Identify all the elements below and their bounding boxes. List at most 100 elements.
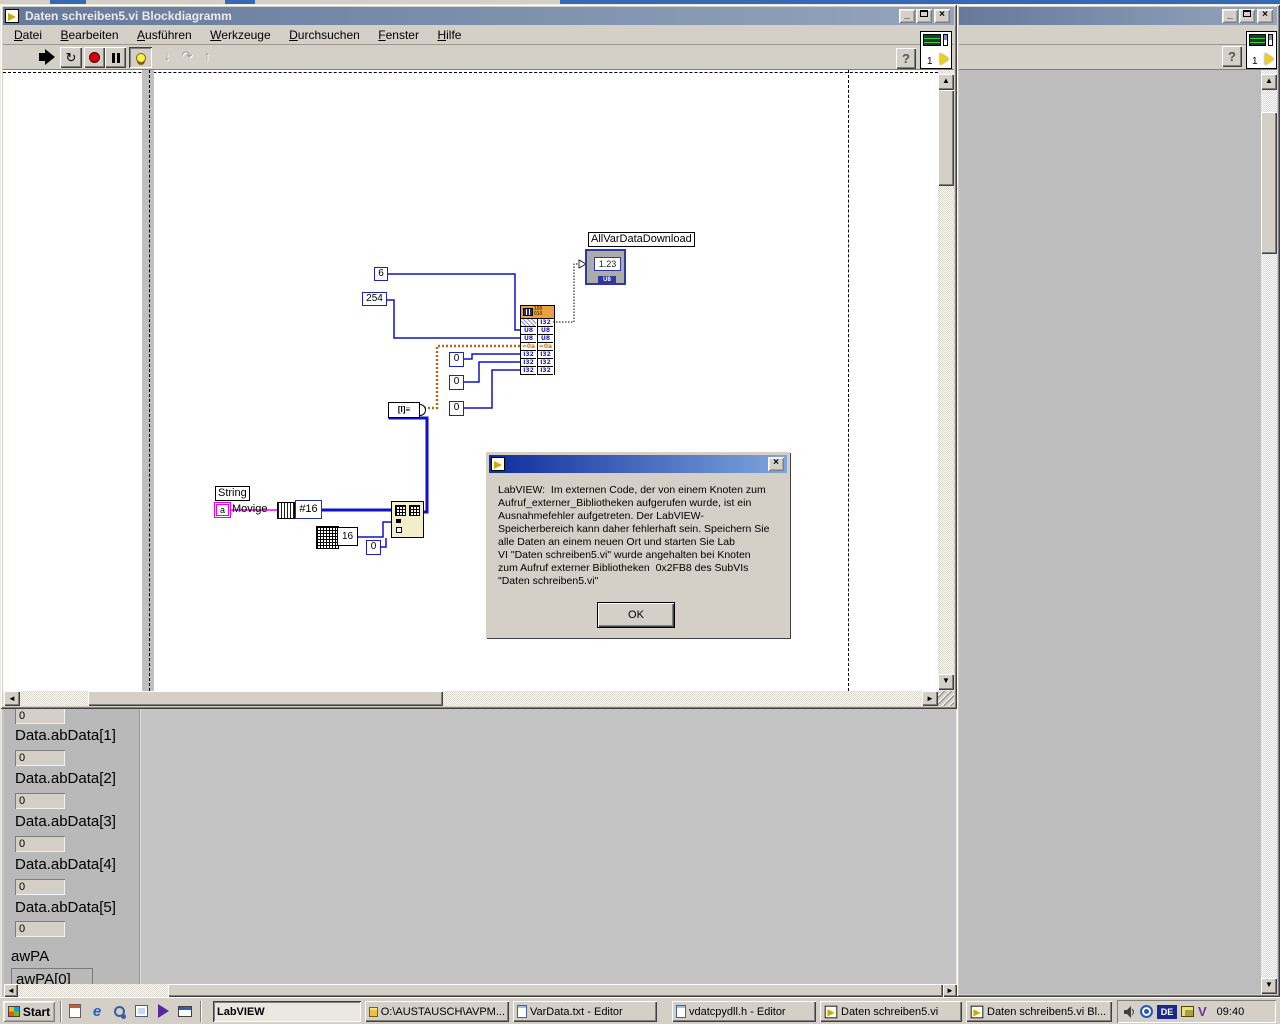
abort-button[interactable]	[84, 47, 105, 68]
node-terminal[interactable]: I32	[537, 319, 553, 327]
right-window-vscrollbar[interactable]: ▲ ▼	[1261, 70, 1277, 994]
indicator-label[interactable]: AllVarDataDownload	[588, 232, 695, 247]
menu-durchsuchen[interactable]: Durchsuchen	[282, 25, 367, 45]
task-button-vardata-editor[interactable]: VarData.txt - Editor	[513, 1001, 657, 1022]
scroll-down-arrow[interactable]: ▼	[938, 674, 954, 690]
scroll-thumb[interactable]	[1261, 112, 1277, 254]
quick-launch-outlook-icon[interactable]	[132, 1002, 150, 1020]
task-button-labview[interactable]: LabVIEW	[213, 1001, 361, 1022]
step-into-button[interactable]: ↓	[158, 48, 176, 67]
numeric-field[interactable]: 0	[15, 879, 65, 895]
run-continuous-button[interactable]: ↻	[60, 47, 82, 68]
resize-grip[interactable]	[938, 691, 954, 706]
diagram-canvas[interactable]: 6 254 0 0 0 0 100 010 I32 U8 U8 U8 U8 =0…	[3, 70, 938, 691]
numeric-field[interactable]: 0	[15, 836, 65, 852]
task-button-daten-schreiben-blockdiagramm[interactable]: Daten schreiben5.vi Bl...	[966, 1001, 1112, 1022]
node-terminal[interactable]	[520, 319, 536, 327]
menu-werkzeuge[interactable]: Werkzeuge	[203, 25, 277, 45]
numeric-constant[interactable]: 0	[366, 540, 381, 555]
initialize-array-node[interactable]	[316, 526, 339, 549]
node-terminal[interactable]: I32	[520, 351, 536, 359]
node-terminal[interactable]: I32	[520, 359, 536, 367]
quick-launch-mail-icon[interactable]	[66, 1002, 84, 1020]
numeric-constant[interactable]: 0	[449, 352, 464, 367]
call-library-function-node[interactable]: 100 010 I32 U8 U8 U8 U8 =0a =0a I32 I32 …	[520, 305, 555, 375]
pause-button[interactable]	[105, 47, 126, 68]
vi-icon-button[interactable]: 1	[920, 31, 952, 69]
step-out-button[interactable]: ↑	[198, 48, 216, 67]
scroll-up-arrow[interactable]: ▲	[938, 74, 954, 90]
run-button[interactable]	[37, 48, 59, 67]
minimize-button[interactable]: _	[899, 9, 915, 23]
task-button-daten-schreiben-vi[interactable]: Daten schreiben5.vi	[820, 1001, 962, 1022]
node-terminal[interactable]: U8	[520, 335, 536, 343]
array-to-cluster-node[interactable]: [I]≡	[388, 402, 420, 418]
node-terminal[interactable]: I32	[520, 367, 536, 375]
string-to-byte-array-node[interactable]	[277, 502, 295, 519]
array-indicator-terminal[interactable]: 1.23 U8	[585, 249, 626, 285]
scroll-thumb[interactable]	[88, 691, 443, 706]
maximize-button[interactable]	[916, 9, 932, 23]
numeric-field[interactable]: 0	[15, 708, 65, 724]
string-label[interactable]: String	[215, 486, 250, 501]
numeric-constant[interactable]: 0	[449, 401, 464, 416]
antivirus-icon[interactable]: V	[1198, 1005, 1207, 1018]
string-terminal[interactable]: a	[214, 502, 231, 518]
dialog-titlebar[interactable]: ×	[489, 455, 787, 473]
help-button[interactable]: ?	[896, 48, 916, 69]
quick-launch-media-player-icon[interactable]	[154, 1002, 172, 1020]
step-over-button[interactable]: ↷	[178, 48, 196, 67]
scroll-right-arrow[interactable]: ►	[943, 984, 957, 997]
menu-hilfe[interactable]: Hilfe	[430, 25, 468, 45]
numeric-constant[interactable]: 0	[449, 375, 464, 390]
scroll-thumb[interactable]	[168, 984, 943, 997]
keyboard-layout-indicator[interactable]: DE	[1157, 1004, 1177, 1019]
diagram-vscrollbar[interactable]: ▲ ▼	[938, 70, 954, 691]
numeric-field[interactable]: 0	[15, 750, 65, 766]
menu-datei[interactable]: Datei	[7, 25, 49, 45]
menu-fenster[interactable]: Fenster	[371, 25, 426, 45]
task-button-vdatcpydll-editor[interactable]: vdatcpydll.h - Editor	[672, 1001, 816, 1022]
display-settings-icon[interactable]	[1181, 1006, 1194, 1017]
highlight-execution-button[interactable]	[129, 47, 152, 68]
volume-icon[interactable]	[1122, 1005, 1136, 1019]
array-size-constant[interactable]: 16	[337, 527, 358, 546]
vi-icon-button[interactable]: 1	[1246, 31, 1277, 69]
node-terminal[interactable]: U8	[537, 327, 553, 335]
numeric-constant[interactable]: 254	[362, 292, 387, 306]
panel-hscrollbar[interactable]: ◄ ►	[4, 984, 957, 997]
node-terminal[interactable]: U8	[520, 327, 536, 335]
node-terminal[interactable]: =0a	[537, 343, 553, 351]
ok-button[interactable]: OK	[598, 603, 674, 627]
main-titlebar[interactable]: Daten schreiben5.vi Blockdiagramm _ ×	[3, 7, 954, 25]
count-constant[interactable]: #16	[295, 500, 322, 519]
scroll-left-arrow[interactable]: ◄	[4, 984, 18, 997]
clock[interactable]: 09:40	[1217, 1006, 1245, 1018]
numeric-field[interactable]: 0	[15, 793, 65, 809]
node-terminal[interactable]: I32	[537, 351, 553, 359]
diagram-hscrollbar[interactable]: ◄ ►	[3, 691, 938, 706]
node-terminal[interactable]: I32	[537, 367, 553, 375]
scroll-thumb[interactable]	[938, 90, 954, 186]
menu-bearbeiten[interactable]: Bearbeiten	[53, 25, 125, 45]
scroll-up-arrow[interactable]: ▲	[1261, 74, 1277, 90]
help-button[interactable]: ?	[1222, 46, 1242, 67]
close-button[interactable]: ×	[1257, 9, 1273, 23]
numeric-field[interactable]: 0	[15, 921, 65, 937]
numeric-constant[interactable]: 6	[374, 267, 388, 281]
node-terminal[interactable]: I32	[537, 359, 553, 367]
node-terminal[interactable]: =0a	[520, 343, 536, 351]
scroll-down-arrow[interactable]: ▼	[1261, 978, 1277, 994]
right-window-titlebar[interactable]: _ ×	[959, 7, 1277, 25]
menu-ausfuehren[interactable]: Ausführen	[130, 25, 199, 45]
network-icon[interactable]	[1140, 1005, 1153, 1018]
start-button[interactable]: Start	[3, 1001, 55, 1022]
node-terminal[interactable]: U8	[537, 335, 553, 343]
quick-launch-internet-explorer-icon[interactable]: e	[88, 1002, 106, 1020]
maximize-button[interactable]	[1239, 9, 1255, 23]
quick-launch-search-icon[interactable]	[110, 1002, 128, 1020]
replace-array-subset-node[interactable]	[391, 501, 424, 538]
dialog-close-button[interactable]: ×	[768, 457, 784, 471]
scroll-left-arrow[interactable]: ◄	[4, 691, 20, 706]
quick-launch-show-desktop-icon[interactable]	[176, 1002, 194, 1020]
